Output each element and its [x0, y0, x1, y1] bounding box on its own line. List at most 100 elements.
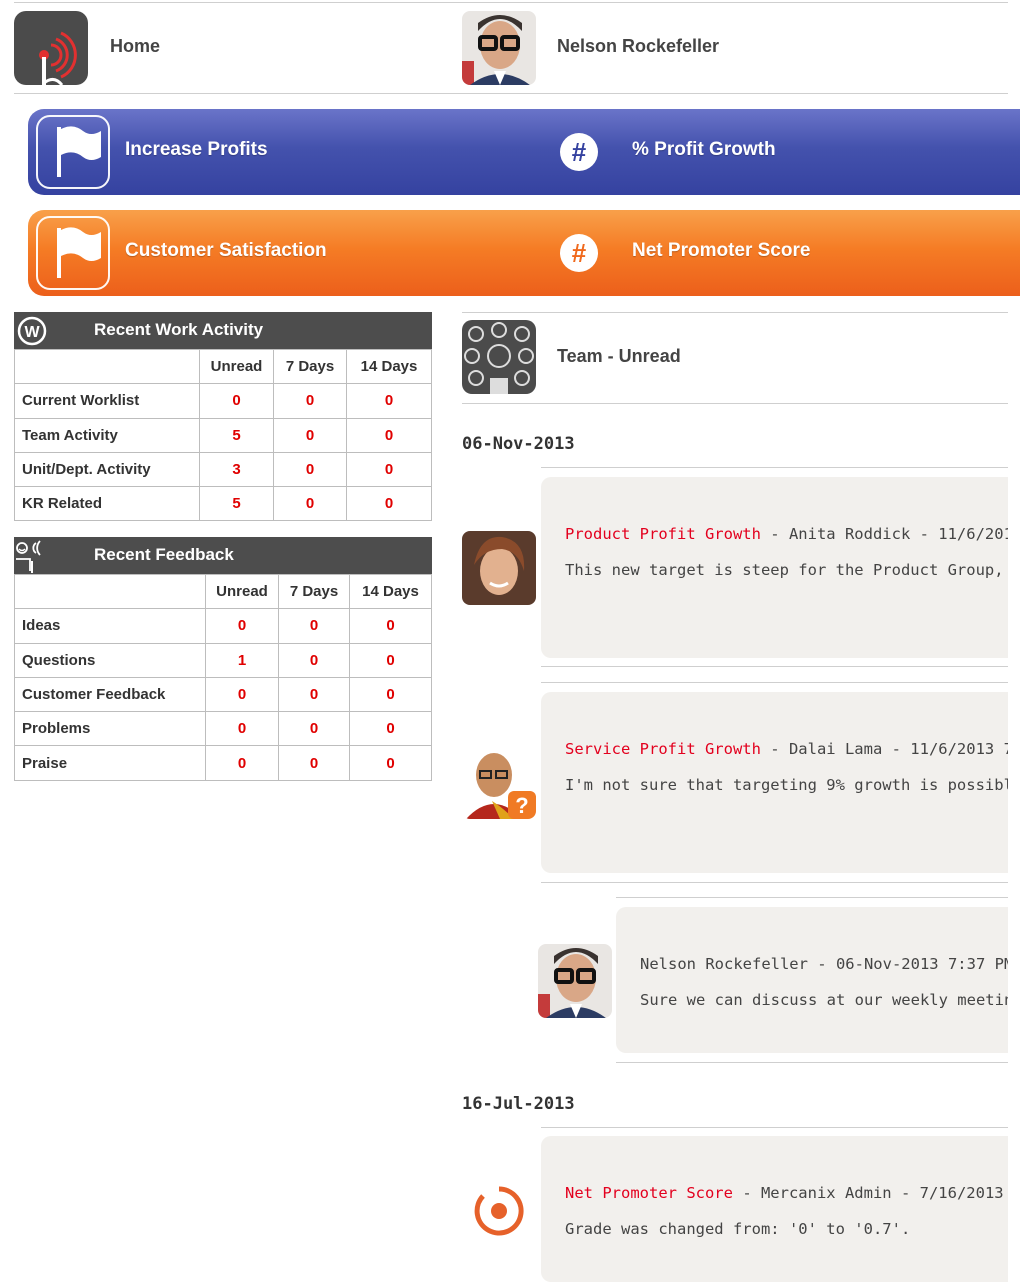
- feed-card[interactable]: Net Promoter Score - Mercanix Admin - 7/…: [541, 1136, 1008, 1282]
- count-cell[interactable]: 5: [199, 486, 274, 522]
- card-meta: - Anita Roddick - 11/6/2013 7: [770, 525, 1008, 543]
- row-label: Ideas: [14, 608, 206, 644]
- card-body: I'm not sure that targeting 9% growth is…: [565, 776, 1008, 794]
- feedback-icon: [16, 540, 41, 573]
- row-label: KR Related: [14, 486, 200, 522]
- column-header: 14 Days: [349, 573, 432, 610]
- hash-icon: #: [560, 234, 598, 272]
- home-icon[interactable]: [14, 11, 88, 85]
- kr-link[interactable]: Net Promoter Score: [565, 1184, 733, 1202]
- count-cell[interactable]: 0: [278, 711, 350, 747]
- feed-divider: [541, 1127, 1008, 1128]
- svg-text:W: W: [24, 324, 40, 341]
- table-row[interactable]: Ideas 0 0 0: [14, 608, 432, 644]
- table-row[interactable]: Team Activity 5 0 0: [14, 417, 432, 453]
- feed-divider: [541, 467, 1008, 468]
- table-row[interactable]: Questions 1 0 0: [14, 642, 432, 678]
- count-cell[interactable]: 0: [205, 711, 279, 747]
- user-avatar[interactable]: [462, 11, 536, 85]
- count-cell[interactable]: 0: [349, 745, 432, 781]
- row-label: Customer Feedback: [14, 676, 206, 713]
- count-cell[interactable]: 0: [199, 383, 274, 419]
- table-row[interactable]: Praise 0 0 0: [14, 745, 432, 781]
- svg-text:?: ?: [515, 793, 528, 818]
- card-title-line: Net Promoter Score - Mercanix Admin - 7/…: [565, 1184, 1008, 1202]
- count-cell[interactable]: 0: [273, 383, 347, 419]
- count-cell[interactable]: 0: [349, 676, 432, 713]
- count-cell[interactable]: 0: [278, 608, 350, 644]
- count-cell[interactable]: 0: [273, 417, 347, 453]
- row-label: Team Activity: [14, 417, 200, 453]
- count-cell[interactable]: 5: [199, 417, 274, 453]
- work-activity-table: Unread 7 Days 14 Days Current Worklist 0…: [14, 348, 432, 522]
- count-cell[interactable]: 0: [278, 676, 350, 713]
- count-cell[interactable]: 3: [199, 451, 274, 488]
- team-icon[interactable]: [462, 320, 536, 394]
- column-header: 14 Days: [346, 348, 432, 385]
- objective-label[interactable]: Increase Profits: [125, 139, 268, 161]
- key-result-label[interactable]: Net Promoter Score: [632, 240, 810, 262]
- table-row[interactable]: Current Worklist 0 0 0: [14, 383, 432, 419]
- feedback-panel: Recent Feedback Unread 7 Days 14 Days Id…: [14, 537, 432, 781]
- header-blank: [14, 348, 200, 385]
- row-label: Current Worklist: [14, 383, 200, 419]
- goal-bar-customer-satisfaction[interactable]: Customer Satisfaction # Net Promoter Sco…: [28, 210, 1020, 296]
- count-cell[interactable]: 0: [273, 486, 347, 522]
- table-row[interactable]: KR Related 5 0 0: [14, 486, 432, 522]
- feed-card[interactable]: Service Profit Growth - Dalai Lama - 11/…: [541, 692, 1008, 873]
- objective-label[interactable]: Customer Satisfaction: [125, 240, 327, 262]
- count-cell[interactable]: 0: [349, 642, 432, 678]
- feed-date: 16-Jul-2013: [462, 1094, 575, 1114]
- card-meta: - Mercanix Admin - 7/16/2013 8: [732, 1184, 1008, 1202]
- count-cell[interactable]: 0: [278, 745, 350, 781]
- work-activity-panel: W Recent Work Activity Unread 7 Days 14 …: [14, 312, 432, 522]
- column-header: 7 Days: [278, 573, 350, 610]
- count-cell[interactable]: 0: [273, 451, 347, 488]
- count-cell[interactable]: 0: [205, 608, 279, 644]
- reply-divider: [616, 897, 1008, 898]
- count-cell[interactable]: 0: [346, 451, 432, 488]
- card-body: Sure we can discuss at our weekly meetin…: [640, 991, 1008, 1009]
- author-avatar[interactable]: [462, 531, 536, 605]
- header-divider: [14, 93, 1008, 94]
- count-cell[interactable]: 0: [349, 711, 432, 747]
- count-cell[interactable]: 0: [205, 745, 279, 781]
- feed-card[interactable]: Product Profit Growth - Anita Roddick - …: [541, 477, 1008, 658]
- key-result-label[interactable]: % Profit Growth: [632, 139, 776, 161]
- author-avatar[interactable]: ?: [462, 745, 536, 819]
- hash-icon: #: [560, 133, 598, 171]
- card-body: This new target is steep for the Product…: [565, 561, 1008, 579]
- count-cell[interactable]: 0: [278, 642, 350, 678]
- home-link[interactable]: Home: [110, 36, 160, 57]
- team-title: Team - Unread: [557, 346, 681, 366]
- table-row[interactable]: Customer Feedback 0 0 0: [14, 676, 432, 713]
- count-cell[interactable]: 0: [346, 486, 432, 522]
- user-name[interactable]: Nelson Rockefeller: [557, 36, 719, 57]
- author-avatar[interactable]: [538, 944, 612, 1018]
- card-title-line: Product Profit Growth - Anita Roddick - …: [565, 525, 1008, 543]
- count-cell[interactable]: 0: [349, 608, 432, 644]
- count-cell[interactable]: 0: [205, 676, 279, 713]
- team-divider: [462, 403, 1008, 404]
- kr-link[interactable]: Service Profit Growth: [565, 740, 761, 758]
- table-row[interactable]: Unit/Dept. Activity 3 0 0: [14, 451, 432, 488]
- count-cell[interactable]: 0: [346, 383, 432, 419]
- feed-date: 06-Nov-2013: [462, 434, 575, 454]
- card-body: Grade was changed from: '0' to '0.7'.: [565, 1220, 911, 1238]
- feed-divider: [541, 666, 1008, 667]
- count-cell[interactable]: 1: [205, 642, 279, 678]
- count-cell[interactable]: 0: [346, 417, 432, 453]
- feed-divider: [541, 682, 1008, 683]
- goal-bar-increase-profits[interactable]: Increase Profits # % Profit Growth: [28, 109, 1020, 195]
- reply-card[interactable]: Nelson Rockefeller - 06-Nov-2013 7:37 PM…: [616, 907, 1008, 1053]
- row-label: Questions: [14, 642, 206, 678]
- kr-link[interactable]: Product Profit Growth: [565, 525, 761, 543]
- work-activity-header: W Recent Work Activity: [14, 312, 432, 349]
- feedback-table: Unread 7 Days 14 Days Ideas 0 0 0 Questi…: [14, 573, 432, 781]
- feed-divider: [541, 882, 1008, 883]
- card-meta: Nelson Rockefeller - 06-Nov-2013 7:37 PM: [640, 955, 1008, 973]
- row-label: Praise: [14, 745, 206, 781]
- table-row[interactable]: Problems 0 0 0: [14, 711, 432, 747]
- row-label: Unit/Dept. Activity: [14, 451, 200, 488]
- feedback-title: Recent Feedback: [94, 545, 234, 564]
